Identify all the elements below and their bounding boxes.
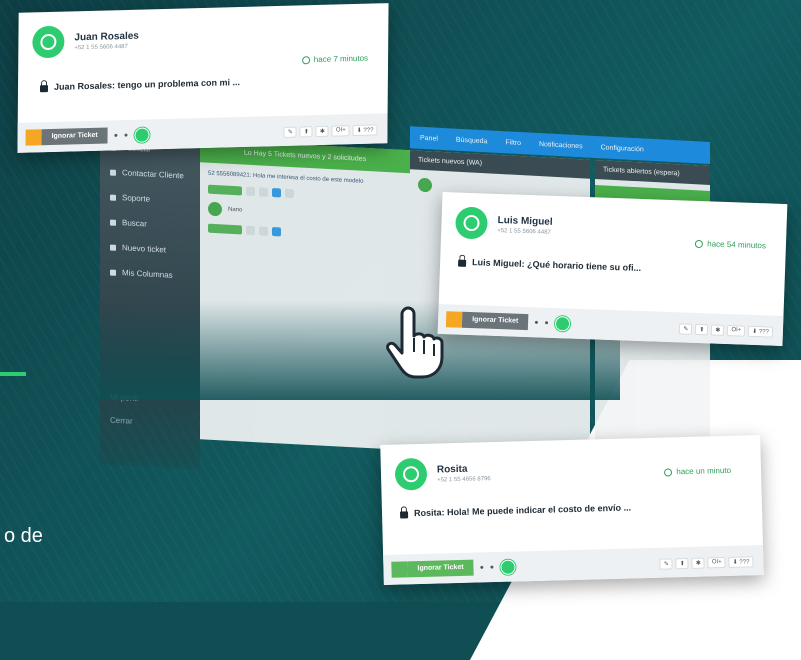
lock-icon <box>399 511 409 519</box>
card-header: Rosita +52 1 55 4656 8796 <box>394 456 491 491</box>
star-button[interactable]: ✱ <box>711 324 725 336</box>
note-icon[interactable]: ● <box>544 319 548 326</box>
star-button[interactable]: ✱ <box>315 125 329 138</box>
assign-button[interactable]: OI+ <box>727 325 746 337</box>
sidebar-item-label: Mis Columnas <box>122 268 173 280</box>
clock-icon <box>301 55 310 64</box>
whatsapp-icon <box>208 201 222 217</box>
mini-contact: Nano <box>208 201 402 226</box>
whatsapp-icon <box>32 25 65 59</box>
topbar-item[interactable]: Panel <box>420 134 438 142</box>
up-button[interactable]: ⬆ <box>299 126 313 138</box>
clock-icon <box>664 467 673 477</box>
lock-icon <box>457 259 467 267</box>
ignore-ticket-button[interactable]: Ignorar Ticket <box>445 311 529 331</box>
sidebar-item-logout[interactable]: Cerrar <box>110 416 138 426</box>
ignore-ticket-button[interactable]: Ignorar Ticket <box>25 127 108 146</box>
up-button[interactable]: ⬆ <box>675 557 689 570</box>
ticket-card[interactable]: Rosita +52 1 55 4656 8796 hace un minuto… <box>380 435 764 585</box>
ticket-time: hace 54 minutos <box>695 239 766 250</box>
ignore-ticket-label: Ignorar Ticket <box>407 559 474 578</box>
ignore-ticket-label: Ignorar Ticket <box>461 311 529 331</box>
sidebar-icon <box>110 194 116 201</box>
sidebar-item-label: Soporte <box>122 193 151 204</box>
column-header: Tickets abiertos (espera) <box>595 159 710 185</box>
down-button[interactable]: ⬇ ??? <box>352 124 378 137</box>
message-text: Rosita: Hola! Me puede indicar el costo … <box>413 502 632 519</box>
mini-actions <box>208 184 402 204</box>
whatsapp-icon <box>418 177 432 193</box>
note-icon[interactable]: ● <box>124 131 128 138</box>
sidebar-item-label: Contactar Cliente <box>122 168 184 181</box>
topbar-item[interactable]: Notificaciones <box>539 141 583 150</box>
down-button[interactable]: ⬇ ??? <box>747 325 774 338</box>
ticket-message: Luis Miguel: ¿Qué horario tiene su ofi..… <box>457 257 642 273</box>
up-button[interactable]: ⬆ <box>695 323 709 336</box>
partial-caption: o de <box>4 525 43 547</box>
contact-name: Luis Miguel <box>497 214 553 228</box>
ignore-ticket-button[interactable]: Ignorar Ticket <box>391 559 474 578</box>
sidebar-item-mis-columnas[interactable]: Mis Columnas <box>100 259 200 289</box>
contact-name: Rosita <box>436 463 468 476</box>
time-label: hace 7 minutos <box>313 53 369 65</box>
down-button[interactable]: ⬇ ??? <box>728 556 754 568</box>
sidebar-icon <box>110 169 116 176</box>
assign-button[interactable]: OI+ <box>331 125 350 137</box>
contact-phone: +52 1 55 5606 4487 <box>74 43 128 51</box>
ticket-message: Rosita: Hola! Me puede indicar el costo … <box>399 502 632 519</box>
ticket-card[interactable]: Juan Rosales +52 1 55 5606 4487 hace 7 m… <box>17 3 389 153</box>
mini-actions <box>208 223 402 243</box>
tag-icon[interactable]: ● <box>480 564 484 571</box>
card-header: Luis Miguel +52 1 55 5606 4487 <box>454 206 553 242</box>
topbar-item[interactable]: Configuración <box>601 144 644 153</box>
clock-icon <box>695 239 704 248</box>
sidebar-icon <box>110 269 116 276</box>
whatsapp-small-icon[interactable] <box>134 126 150 143</box>
contact-name: Juan Rosales <box>74 30 139 43</box>
hand-pointer-icon <box>386 306 444 379</box>
topbar-item[interactable]: Búsqueda <box>456 136 488 145</box>
ticket-row[interactable]: 52 5556089421: Hola me interesa el costo… <box>208 171 402 187</box>
whatsapp-small-icon[interactable] <box>554 315 570 332</box>
ticket-time: hace 7 minutos <box>301 53 369 65</box>
ticket-card[interactable]: Luis Miguel +52 1 55 5606 4487 hace 54 m… <box>437 192 788 346</box>
ignore-icon <box>25 129 42 146</box>
search-icon <box>110 219 116 226</box>
edit-button[interactable]: ✎ <box>283 126 297 138</box>
edit-button[interactable]: ✎ <box>659 558 673 570</box>
topbar-item[interactable]: Filtro <box>505 139 521 147</box>
edit-button[interactable]: ✎ <box>679 323 693 335</box>
ignore-icon <box>391 561 408 578</box>
tag-icon[interactable]: ● <box>534 319 538 326</box>
assign-button[interactable]: OI+ <box>707 556 726 569</box>
message-text: Luis Miguel: ¿Qué horario tiene su ofi..… <box>471 257 642 273</box>
star-button[interactable]: ✱ <box>691 557 706 569</box>
sidebar-item-label: Nuevo ticket <box>122 243 167 255</box>
sidebar-item-label: Buscar <box>122 218 147 229</box>
lock-icon <box>39 85 49 93</box>
mini-contact-name: Nano <box>228 206 243 214</box>
message-text: Juan Rosales: tengo un problema con mi .… <box>53 77 241 92</box>
note-icon[interactable]: ● <box>490 564 494 571</box>
contact-phone: +52 1 55 5606 4487 <box>497 227 551 236</box>
whatsapp-icon <box>394 457 428 491</box>
ticket-time: hace un minuto <box>664 466 731 477</box>
time-label: hace un minuto <box>676 465 732 477</box>
whatsapp-icon <box>454 206 489 240</box>
tag-icon[interactable]: ● <box>114 132 118 139</box>
time-label: hace 54 minutos <box>707 239 767 251</box>
card-header: Juan Rosales +52 1 55 5606 4487 <box>32 24 139 59</box>
contact-phone: +52 1 55 4656 8796 <box>437 475 491 484</box>
ticket-column: Lo Hay 5 Tickets nuevos y 2 solicitudes … <box>200 139 410 451</box>
ignore-ticket-label: Ignorar Ticket <box>41 127 108 146</box>
green-accent-line <box>0 372 26 376</box>
sidebar-icon <box>110 244 116 251</box>
whatsapp-small-icon[interactable] <box>499 559 516 575</box>
ticket-message: Juan Rosales: tengo un problema con mi .… <box>39 77 241 93</box>
